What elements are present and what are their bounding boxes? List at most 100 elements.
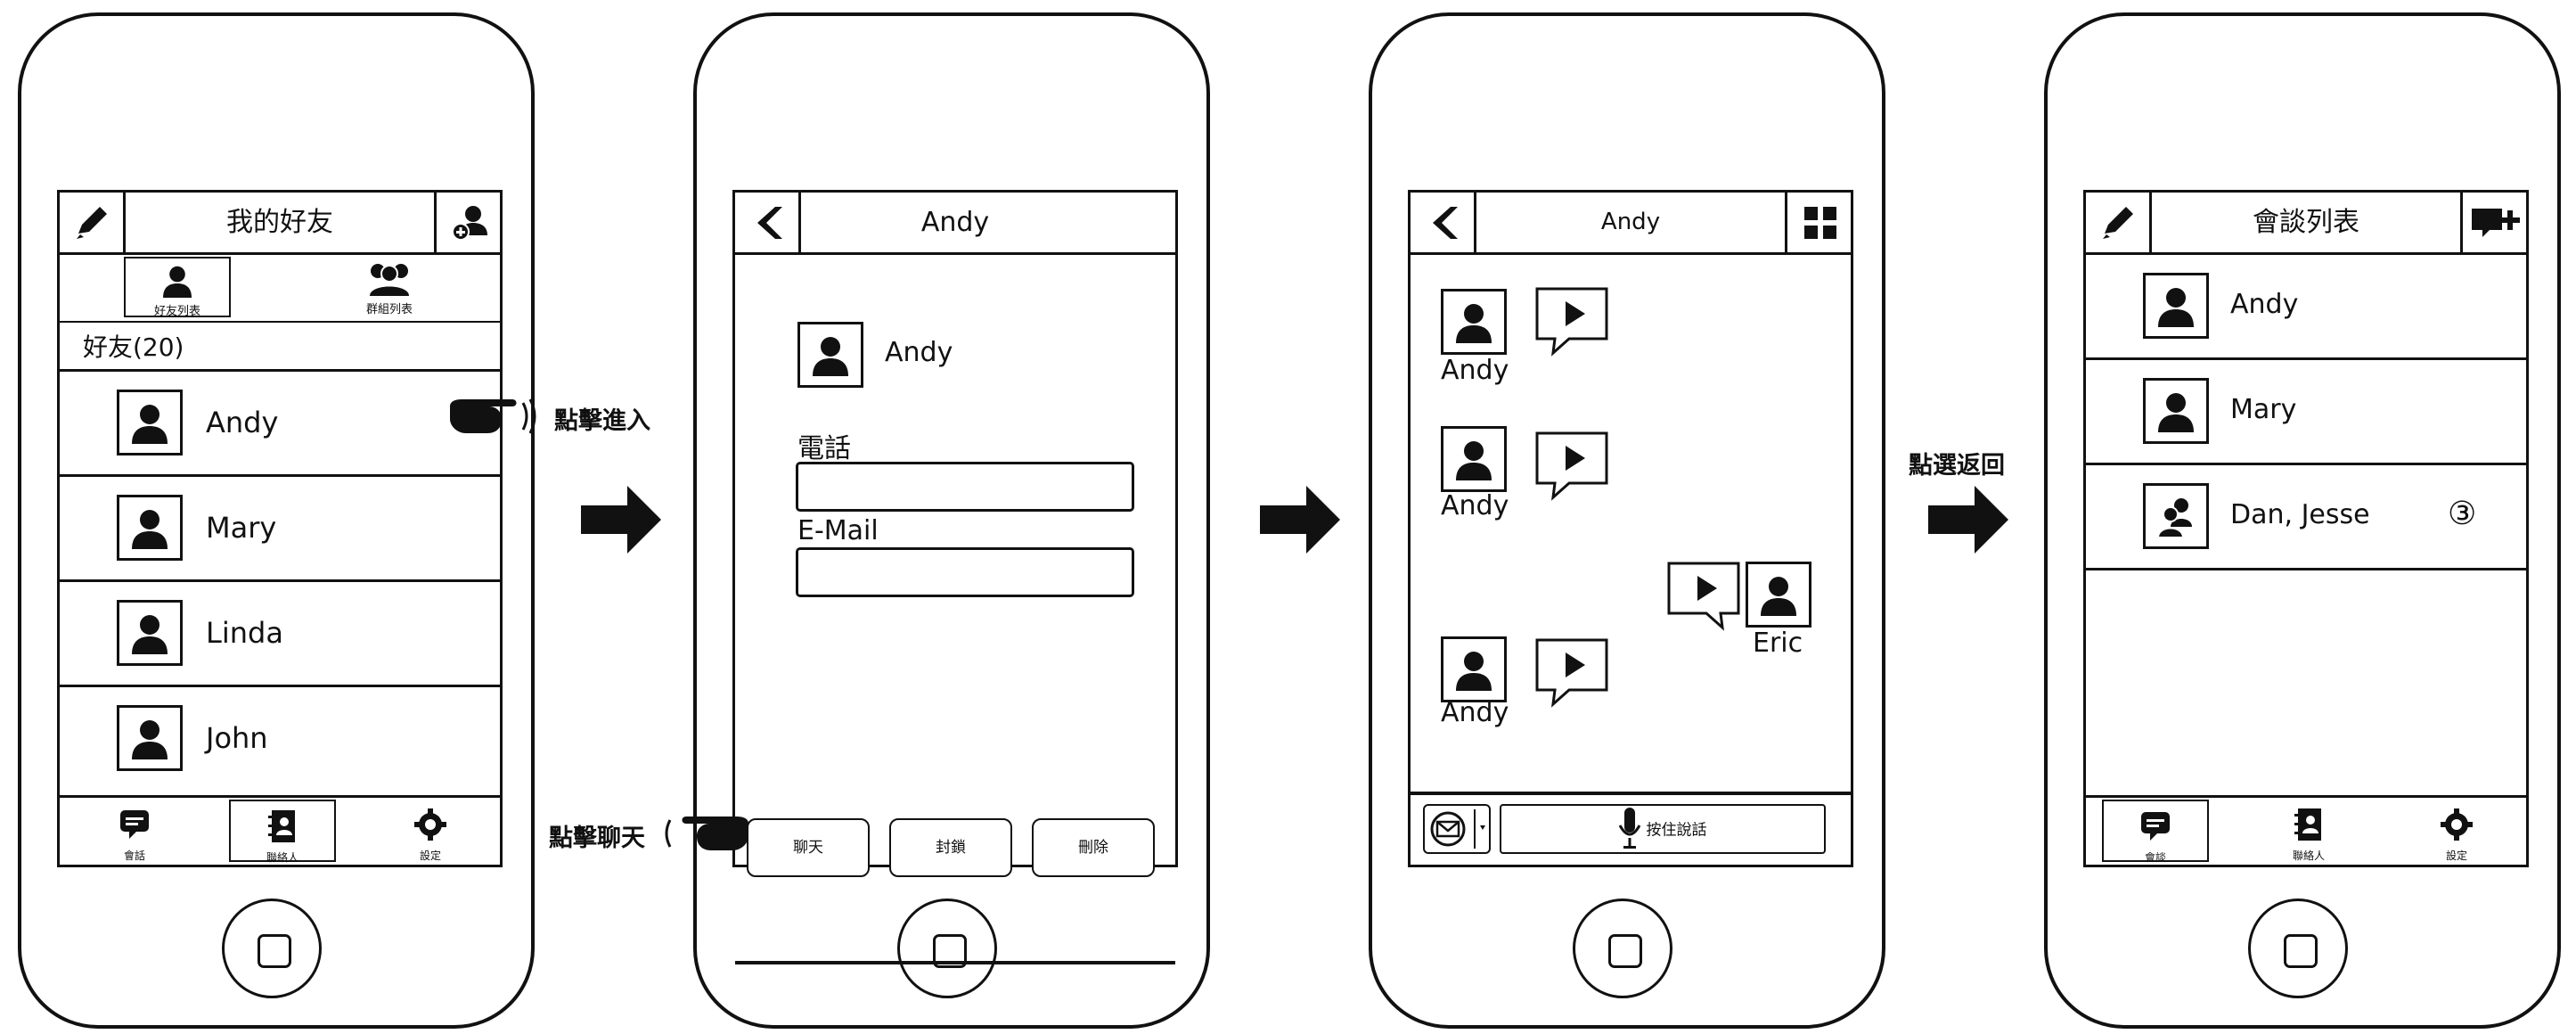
annotation-tap-back: 點選返回 — [1909, 452, 2005, 480]
avatar — [1441, 289, 1507, 355]
user-icon — [1761, 577, 1796, 616]
email-label: E-Mail — [797, 515, 879, 546]
list-item[interactable]: Dan, Jesse ③ — [2086, 465, 2526, 570]
group-icon — [370, 264, 409, 296]
pencil-icon — [2103, 207, 2133, 239]
input-bar: 按住說話 — [1411, 792, 1851, 865]
voice-message[interactable] — [1533, 430, 1612, 501]
header: Andy — [1411, 193, 1851, 255]
voice-message[interactable] — [1533, 285, 1612, 357]
list-item[interactable]: Andy — [60, 372, 500, 477]
voice-message[interactable] — [1665, 560, 1744, 631]
right-arrow-icon — [581, 486, 661, 554]
page-title: 我的好友 — [226, 207, 333, 238]
chat-icon — [120, 810, 149, 839]
list-item[interactable]: Mary — [60, 477, 500, 582]
avatar — [797, 322, 863, 388]
tab-label: 聯絡人 — [266, 851, 298, 864]
edit-button[interactable] — [2086, 193, 2152, 252]
home-button[interactable] — [1573, 899, 1672, 998]
avatar — [117, 495, 183, 561]
mic-icon — [1619, 808, 1641, 849]
pointing-hand-icon — [665, 817, 748, 850]
annotation-tap-enter: 點擊進入 — [554, 407, 650, 435]
speaker-name: Andy — [1441, 490, 1509, 521]
list-item[interactable]: John — [60, 687, 500, 792]
tab-friend-list[interactable]: 好友列表 — [124, 257, 231, 318]
home-button[interactable] — [222, 899, 322, 998]
user-icon — [132, 615, 168, 654]
tab-label: 設定 — [2445, 849, 2467, 862]
user-icon — [1456, 304, 1492, 343]
home-button[interactable] — [897, 899, 997, 998]
bottom-tabbar: 會話 聯絡人 設定 — [60, 795, 500, 865]
avatar — [1441, 636, 1507, 702]
tab-label: 好友列表 — [153, 305, 200, 318]
page-title: 會談列表 — [2253, 207, 2359, 238]
annotation-tap-chat: 點擊聊天 — [549, 825, 645, 852]
user-icon — [1456, 652, 1492, 691]
header: 會談列表 — [2086, 193, 2526, 255]
conversation-name: Dan, Jesse — [2230, 499, 2370, 530]
contact-name: Mary — [206, 511, 277, 545]
chat-screen: Andy Andy Andy Eric Andy 按住說話 — [1408, 190, 1853, 867]
list-item[interactable]: Mary — [2086, 360, 2526, 465]
avatar — [1746, 562, 1811, 628]
back-button[interactable] — [1411, 193, 1476, 252]
gear-icon — [414, 808, 446, 841]
tab-contacts[interactable]: 聯絡人 — [229, 800, 336, 864]
contact-name: Linda — [206, 616, 283, 650]
conversation-name: Mary — [2230, 394, 2297, 425]
pointing-hand-icon — [450, 398, 536, 434]
push-to-talk-label: 按住說話 — [1646, 821, 1707, 840]
page-title: Andy — [1600, 209, 1661, 235]
tab-group-list[interactable]: 群組列表 — [336, 257, 443, 317]
pencil-icon — [77, 207, 107, 239]
tab-label: 聯絡人 — [2292, 849, 2325, 862]
tab-conversations[interactable]: 會話 — [81, 800, 188, 862]
phone-frame-friends: 我的好友 好友列表 群組列表 好友(20) Andy Mary Linda Jo… — [18, 12, 535, 1029]
back-button[interactable] — [735, 193, 801, 252]
tab-label: 設定 — [419, 849, 441, 862]
contacts-icon — [2294, 808, 2321, 841]
tab-settings[interactable]: 設定 — [2403, 800, 2510, 862]
add-friend-button[interactable] — [434, 193, 500, 252]
home-button[interactable] — [2248, 899, 2348, 998]
right-arrow-icon — [1928, 486, 2008, 554]
delete-button[interactable]: 刪除 — [1032, 818, 1155, 877]
push-to-talk-button[interactable]: 按住說話 — [1500, 804, 1826, 854]
chat-button[interactable]: 聊天 — [747, 818, 870, 877]
tab-conversations[interactable]: 會談 — [2102, 800, 2209, 864]
user-icon — [1456, 441, 1492, 480]
user-icon — [163, 266, 192, 298]
user-icon — [813, 337, 848, 376]
contact-name: John — [206, 721, 268, 755]
profile-name: Andy — [885, 337, 953, 368]
tab-contacts[interactable]: 聯絡人 — [2255, 800, 2362, 862]
phone-field[interactable] — [796, 462, 1134, 512]
tab-settings[interactable]: 設定 — [377, 800, 484, 862]
list-item[interactable]: Linda — [60, 582, 500, 687]
user-icon — [2158, 288, 2194, 327]
user-icon — [2158, 393, 2194, 432]
block-button[interactable]: 封鎖 — [889, 818, 1012, 877]
new-conversation-button[interactable] — [2460, 193, 2526, 252]
header: Andy — [735, 193, 1175, 255]
compose-icon — [2472, 209, 2520, 237]
avatar — [117, 705, 183, 771]
chat-icon — [2141, 812, 2170, 841]
bottom-tabbar: 會談 聯絡人 設定 — [2086, 795, 2526, 865]
email-field[interactable] — [796, 547, 1134, 597]
menu-button[interactable] — [1785, 193, 1851, 252]
voice-message[interactable] — [1533, 636, 1612, 708]
user-icon — [132, 405, 168, 444]
gear-icon — [2441, 808, 2473, 841]
compose-icon — [1430, 809, 1485, 849]
contact-name: Andy — [206, 406, 279, 439]
friend-list: Andy Mary Linda John — [60, 369, 500, 771]
mode-toggle-button[interactable] — [1423, 804, 1491, 854]
edit-button[interactable] — [60, 193, 126, 252]
tab-label: 群組列表 — [365, 303, 413, 316]
group-icon — [2156, 498, 2192, 538]
list-item[interactable]: Andy — [2086, 255, 2526, 360]
